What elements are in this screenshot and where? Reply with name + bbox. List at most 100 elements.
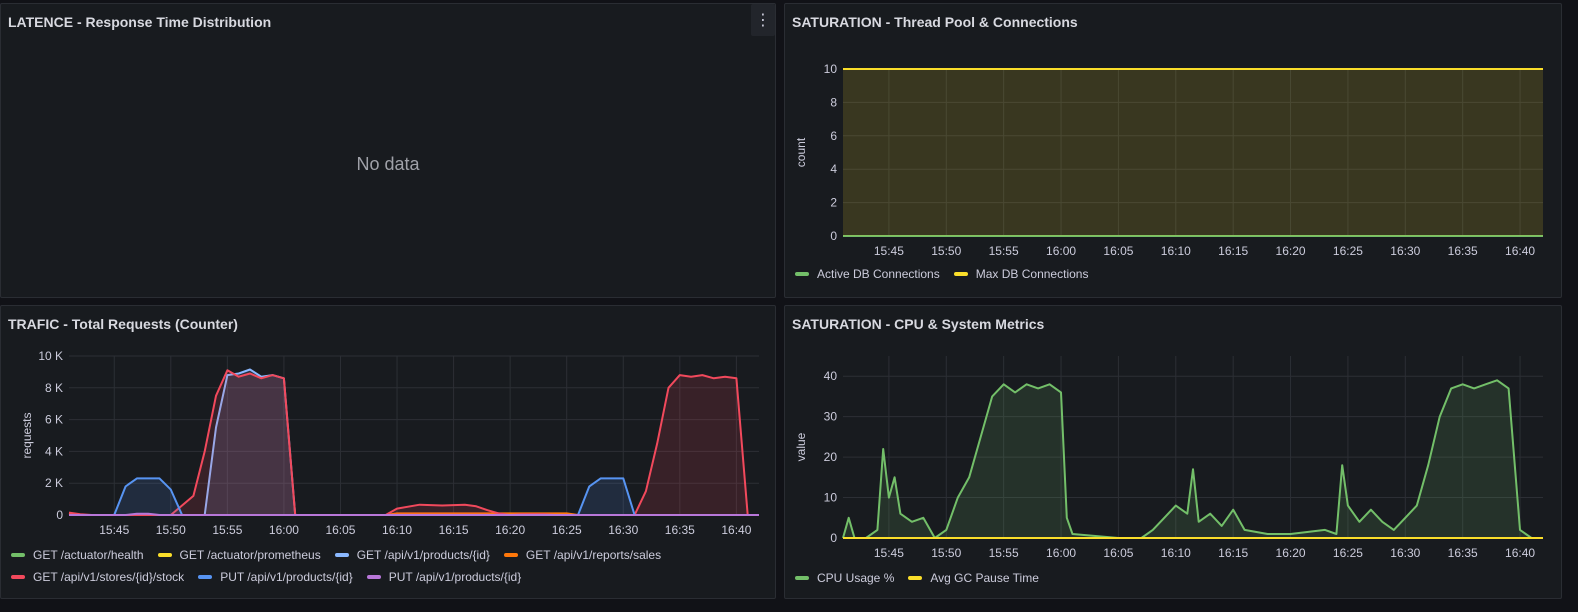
legend-item[interactable]: GET /actuator/health [11,548,144,562]
x-tick-label: 16:30 [1390,244,1420,258]
y-tick-label: 40 [824,369,838,383]
x-tick-label: 16:10 [382,523,412,537]
legend-label: GET /actuator/prometheus [179,548,321,562]
y-tick-label: 8 [830,95,837,109]
x-tick-label: 16:20 [1276,244,1306,258]
y-tick-label: 6 K [45,413,63,427]
cpu-legend: CPU Usage % Avg GC Pause Time [795,571,1039,585]
threads-legend: Active DB Connections Max DB Connections [795,267,1088,281]
y-tick-label: 8 K [45,381,63,395]
legend-item[interactable]: GET /api/v1/products/{id} [334,548,490,562]
y-axis-label: requests [20,412,34,458]
x-tick-label: 16:40 [1505,546,1535,560]
threads-panel: SATURATION - Thread Pool & Connections 0… [784,3,1562,298]
x-tick-label: 16:20 [1276,546,1306,560]
y-tick-label: 4 K [45,444,63,458]
x-tick-label: 16:30 [1390,546,1420,560]
legend-swatch-icon [157,553,172,557]
legend-swatch-icon [198,575,213,579]
legend-label: PUT /api/v1/products/{id} [388,570,522,584]
series-area [843,69,1543,236]
x-tick-label: 15:55 [989,244,1019,258]
x-tick-label: 16:25 [552,523,582,537]
legend-item[interactable]: PUT /api/v1/products/{id} [366,570,522,584]
x-tick-label: 15:50 [931,244,961,258]
y-tick-label: 2 [830,196,837,210]
y-tick-label: 0 [56,508,63,522]
x-tick-label: 15:55 [989,546,1019,560]
y-tick-label: 0 [830,531,837,545]
x-tick-label: 16:05 [1103,244,1133,258]
x-tick-label: 16:00 [1046,244,1076,258]
x-tick-label: 15:50 [931,546,961,560]
legend-swatch-icon [334,553,349,557]
legend-item[interactable]: GET /api/v1/stores/{id}/stock [11,570,184,584]
x-tick-label: 15:45 [99,523,129,537]
panel-menu-icon[interactable]: ⋮ [751,4,775,36]
legend-label: GET /actuator/health [33,548,144,562]
legend-item[interactable]: GET /api/v1/reports/sales [503,548,662,562]
legend-label: Max DB Connections [975,267,1089,281]
y-tick-label: 4 [830,162,837,176]
legend-label: PUT /api/v1/products/{id} [220,570,353,584]
legend-label: GET /api/v1/reports/sales [525,548,662,562]
x-tick-label: 16:25 [1333,244,1363,258]
series-area [843,380,1543,538]
legend-item[interactable]: GET /actuator/prometheus [157,548,321,562]
x-tick-label: 16:20 [495,523,525,537]
legend-swatch-icon [366,575,381,579]
no-data-message: No data [356,154,420,174]
legend-label: GET /api/v1/stores/{id}/stock [33,570,185,584]
legend-swatch-icon [503,553,518,557]
legend-item[interactable]: CPU Usage % [795,571,894,585]
x-tick-label: 16:05 [1103,546,1133,560]
legend-swatch-icon [11,553,25,557]
legend-label: Active DB Connections [817,267,940,281]
x-tick-label: 16:10 [1161,546,1191,560]
x-tick-label: 16:40 [721,523,751,537]
x-tick-label: 16:15 [1218,546,1248,560]
y-tick-label: 10 [824,62,838,76]
x-tick-label: 16:35 [1448,244,1478,258]
traffic-panel: TRAFIC - Total Requests (Counter) 02 K4 … [0,305,776,599]
legend-item[interactable]: PUT /api/v1/products/{id} [198,570,353,584]
y-tick-label: 10 [824,491,838,505]
x-tick-label: 16:05 [325,523,355,537]
x-tick-label: 16:40 [1505,244,1535,258]
x-tick-label: 16:35 [1448,546,1478,560]
legend-label: CPU Usage % [817,571,895,585]
traffic-legend: GET /actuator/health GET /actuator/promet… [11,548,731,584]
legend-label: Avg GC Pause Time [930,571,1039,585]
y-tick-label: 10 K [38,349,63,363]
legend-item[interactable]: Active DB Connections [795,267,940,281]
threads-chart[interactable]: 0 2 4 6 8 10 15:45 15:50 15:55 16:00 16:05 16:10 16:… [785,4,1563,299]
legend-swatch-icon [795,272,809,276]
cpu-chart[interactable]: 0 10 20 30 40 15:45 15:50 15:55 16:00 16:05 16:10 1… [785,306,1563,600]
legend-item[interactable]: Avg GC Pause Time [908,571,1039,585]
x-tick-label: 16:30 [608,523,638,537]
x-tick-label: 16:15 [1218,244,1248,258]
panel-title: LATENCE - Response Time Distribution [8,14,272,30]
legend-label: GET /api/v1/products/{id} [356,548,490,562]
legend-swatch-icon [953,272,968,276]
x-tick-label: 16:35 [665,523,695,537]
cpu-panel: SATURATION - CPU & System Metrics 0 10 20 3… [784,305,1562,599]
y-tick-label: 2 K [45,476,63,490]
y-axis-label: value [794,432,808,461]
y-tick-label: 0 [830,229,837,243]
legend-item[interactable]: Max DB Connections [953,267,1089,281]
y-tick-label: 20 [824,450,838,464]
latency-panel: LATENCE - Response Time Distribution ⋮ N… [0,3,776,298]
y-axis-label: count [794,137,808,167]
y-tick-label: 30 [824,410,838,424]
legend-swatch-icon [908,576,923,580]
legend-swatch-icon [795,576,809,580]
x-tick-label: 16:00 [269,523,299,537]
x-tick-label: 15:55 [212,523,242,537]
legend-swatch-icon [11,575,25,579]
x-tick-label: 15:50 [156,523,186,537]
x-tick-label: 15:45 [874,546,904,560]
x-tick-label: 16:10 [1161,244,1191,258]
x-tick-label: 16:00 [1046,546,1076,560]
x-tick-label: 16:15 [439,523,469,537]
